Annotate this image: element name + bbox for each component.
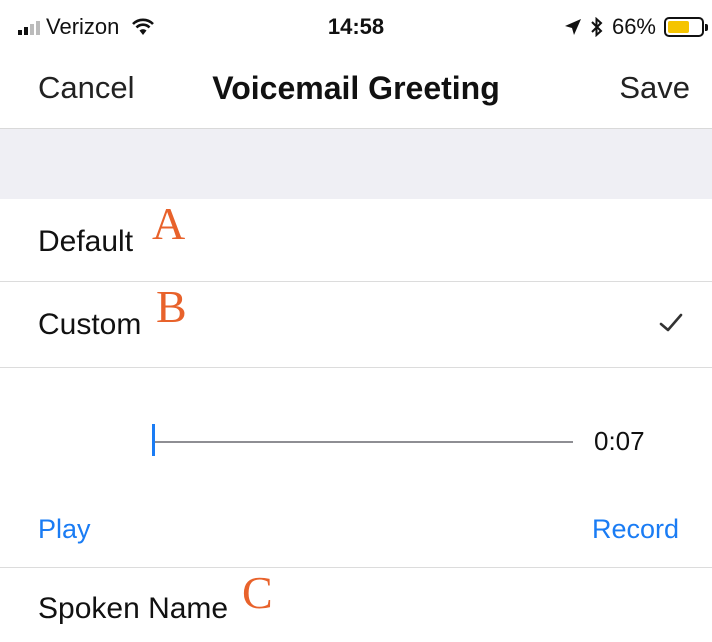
section-spacer: [0, 129, 712, 199]
greeting-duration: 0:07: [594, 426, 645, 456]
battery-percent: 66%: [611, 14, 656, 39]
annotation-b: B: [156, 281, 187, 332]
location-arrow-icon: [564, 19, 581, 35]
battery-fill: [668, 21, 689, 33]
status-bar: Verizon 14:58 66%: [0, 0, 712, 52]
option-default-label: Default: [38, 225, 134, 258]
playback-scrubber[interactable]: [152, 424, 155, 456]
play-button[interactable]: Play: [38, 514, 91, 545]
page-title: Voicemail Greeting: [212, 70, 500, 106]
bluetooth-icon: [591, 17, 603, 37]
record-button[interactable]: Record: [592, 514, 679, 545]
option-custom[interactable]: Custom B: [0, 281, 712, 368]
option-custom-label: Custom: [38, 308, 142, 341]
spoken-name-label: Spoken Name: [38, 592, 229, 625]
playback-track[interactable]: [155, 441, 573, 443]
navigation-bar: Cancel Voicemail Greeting Save: [0, 52, 712, 129]
checkmark-icon: [659, 313, 683, 332]
annotation-c: C: [242, 567, 273, 618]
save-button[interactable]: Save: [619, 70, 690, 106]
greeting-player: 0:07 Play Record: [0, 368, 712, 568]
annotation-a: A: [152, 198, 186, 249]
option-default[interactable]: Default A: [0, 198, 712, 282]
battery-icon: [664, 17, 708, 37]
status-bar-right: 66%: [564, 14, 708, 40]
spoken-name-row[interactable]: Spoken Name C: [0, 567, 712, 642]
